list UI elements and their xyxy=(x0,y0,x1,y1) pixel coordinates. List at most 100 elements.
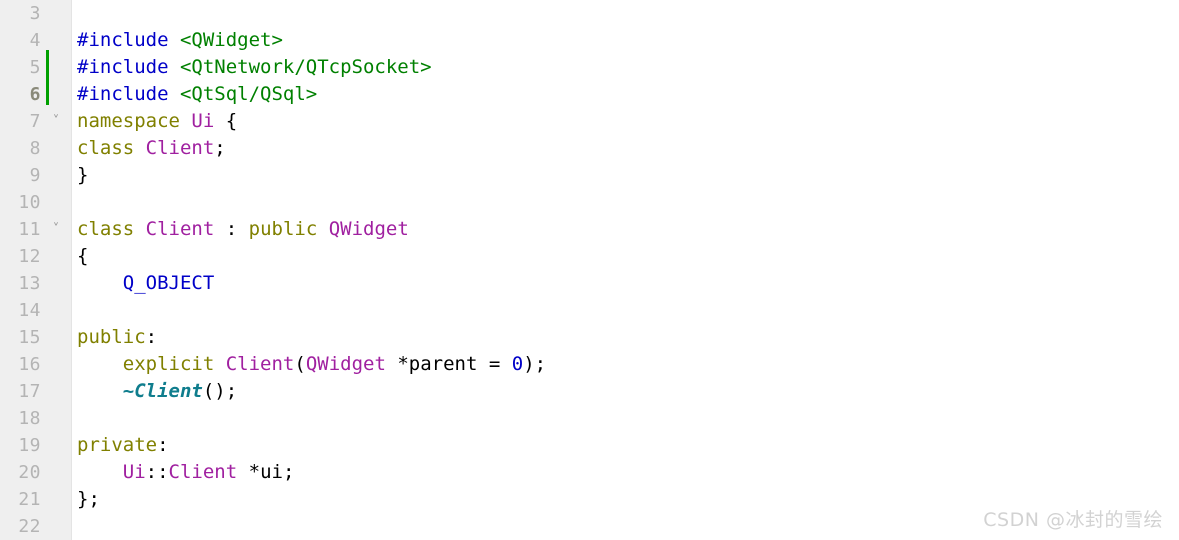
code-line[interactable]: 14 xyxy=(0,297,1179,324)
code-line[interactable]: 3 xyxy=(0,0,1179,27)
line-number: 8 xyxy=(29,138,41,159)
code-line-text: public: xyxy=(77,324,157,351)
code-editor[interactable]: 3 4 #include <QWidget> 5 #include <QtNetwork… xyxy=(0,0,1179,540)
token-str: <QtSql/QSql> xyxy=(179,83,318,105)
token-plain: *ui; xyxy=(237,461,295,483)
code-line[interactable]: 19 private: xyxy=(0,432,1179,459)
code-line[interactable]: 6 #include <QtSql/QSql> xyxy=(0,81,1179,108)
token-pre: #include xyxy=(77,83,180,105)
token-type: Client xyxy=(145,137,215,159)
code-line-text: Ui::Client *ui; xyxy=(77,459,295,486)
line-number: 13 xyxy=(18,273,41,294)
code-line[interactable]: 8 class Client; xyxy=(0,135,1179,162)
line-number: 22 xyxy=(18,516,41,537)
line-number: 19 xyxy=(18,435,41,456)
token-plain: (); xyxy=(202,380,238,402)
line-number: 15 xyxy=(18,327,41,348)
code-line-text: Q_OBJECT xyxy=(77,270,215,297)
token-kw: class xyxy=(77,218,135,240)
token-plain: ); xyxy=(523,353,547,375)
token-type: Client xyxy=(225,353,295,375)
code-line[interactable]: 5 #include <QtNetwork/QTcpSocket> xyxy=(0,54,1179,81)
token-kw: public xyxy=(248,218,318,240)
code-line-text: #include <QtSql/QSql> xyxy=(77,81,317,108)
line-number: 6 xyxy=(29,84,41,105)
code-line-text: explicit Client(QWidget *parent = 0); xyxy=(77,351,546,378)
token-type: Client xyxy=(168,461,238,483)
token-kw: public xyxy=(77,326,146,348)
token-pre: #include xyxy=(77,29,180,51)
token-kw: class xyxy=(77,137,135,159)
line-number: 12 xyxy=(18,246,41,267)
token-type: Ui xyxy=(191,110,215,132)
token-kw: namespace xyxy=(77,110,180,132)
line-number: 20 xyxy=(18,462,41,483)
token-type: Ui xyxy=(122,461,146,483)
line-number: 5 xyxy=(29,57,41,78)
token-str: <QWidget> xyxy=(179,29,283,51)
line-number: 18 xyxy=(18,408,41,429)
code-line[interactable]: 7 ˅ namespace Ui { xyxy=(0,108,1179,135)
code-line[interactable]: 4 #include <QWidget> xyxy=(0,27,1179,54)
token-plain: : xyxy=(214,218,249,240)
code-line-text: class Client : public QWidget xyxy=(77,216,409,243)
change-marker-bar xyxy=(46,50,49,105)
code-line-text: ~Client(); xyxy=(77,378,237,405)
token-plain: : xyxy=(145,326,158,348)
token-pre: #include xyxy=(77,56,180,78)
line-number: 14 xyxy=(18,300,41,321)
token-plain: }; xyxy=(77,488,100,510)
token-virt: ~Client xyxy=(122,380,203,402)
token-kw: private xyxy=(77,434,158,456)
token-type: QWidget xyxy=(305,353,386,375)
token-plain: ; xyxy=(214,137,226,159)
code-line[interactable]: 15 public: xyxy=(0,324,1179,351)
line-number: 7 xyxy=(29,111,41,132)
code-line-text: class Client; xyxy=(77,135,226,162)
code-line[interactable]: 12 { xyxy=(0,243,1179,270)
token-plain: { xyxy=(77,245,89,267)
code-line[interactable]: 11 ˅ class Client : public QWidget xyxy=(0,216,1179,243)
token-plain: ( xyxy=(294,353,306,375)
token-kw: explicit xyxy=(122,353,215,375)
token-type: QWidget xyxy=(328,218,409,240)
token-str: <QtNetwork/QTcpSocket> xyxy=(179,56,432,78)
chevron-down-icon[interactable]: ˅ xyxy=(48,216,64,243)
token-type: Client xyxy=(145,218,215,240)
token-num: 0 xyxy=(511,353,524,375)
code-line-text: #include <QWidget> xyxy=(77,27,283,54)
code-line[interactable]: 20 Ui::Client *ui; xyxy=(0,459,1179,486)
line-number: 3 xyxy=(29,3,41,24)
token-macro: Q_OBJECT xyxy=(77,272,215,294)
code-line-text: namespace Ui { xyxy=(77,108,237,135)
line-number: 16 xyxy=(18,354,41,375)
token-plain: *parent = xyxy=(385,353,512,375)
code-line-text: }; xyxy=(77,486,100,513)
code-line-text: private: xyxy=(77,432,169,459)
line-number: 10 xyxy=(18,192,41,213)
line-number: 9 xyxy=(29,165,41,186)
chevron-down-icon[interactable]: ˅ xyxy=(48,108,64,135)
code-line[interactable]: 13 Q_OBJECT xyxy=(0,270,1179,297)
code-line[interactable]: 18 xyxy=(0,405,1179,432)
code-line[interactable]: 16 explicit Client(QWidget *parent = 0); xyxy=(0,351,1179,378)
code-line-text: { xyxy=(77,243,88,270)
token-plain: : xyxy=(157,434,169,456)
code-line-text: #include <QtNetwork/QTcpSocket> xyxy=(77,54,432,81)
code-line[interactable]: 9} xyxy=(0,162,1179,189)
line-number: 11 xyxy=(18,219,41,240)
token-plain: } xyxy=(77,164,89,186)
code-line[interactable]: 17 ~Client(); xyxy=(0,378,1179,405)
code-line[interactable]: 10 xyxy=(0,189,1179,216)
code-line-text: } xyxy=(77,162,88,189)
line-number: 17 xyxy=(18,381,41,402)
token-plain: :: xyxy=(145,461,169,483)
csdn-watermark: CSDN @冰封的雪绘 xyxy=(983,509,1163,531)
